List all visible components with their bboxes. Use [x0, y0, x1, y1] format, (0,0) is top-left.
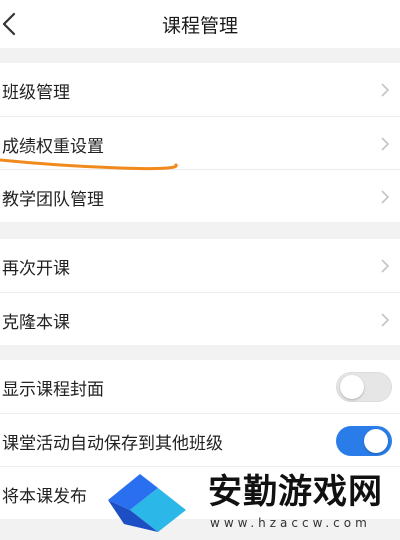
- autosave-toggle[interactable]: [336, 426, 392, 456]
- site-watermark: 安勤游戏网 www.hzaccw.com: [100, 460, 400, 540]
- menu-item-teaching-team-management[interactable]: 教学团队管理: [0, 169, 400, 222]
- menu-item-label: 将本课发布: [2, 487, 87, 507]
- chevron-right-icon: [381, 137, 390, 151]
- setting-autosave-activities: 课堂活动自动保存到其他班级: [0, 413, 400, 466]
- chevron-right-icon: [381, 259, 390, 273]
- setting-show-course-cover: 显示课程封面: [0, 360, 400, 413]
- watermark-text: 安勤游戏网: [208, 472, 383, 512]
- toggle-knob: [364, 429, 388, 453]
- course-settings-group: 班级管理 成绩权重设置 教学团队管理: [0, 63, 400, 222]
- menu-item-class-management[interactable]: 班级管理: [0, 63, 400, 116]
- chevron-right-icon: [381, 313, 390, 327]
- menu-item-label: 克隆本课: [2, 313, 70, 333]
- app-header: 课程管理: [0, 0, 400, 48]
- menu-item-label: 再次开课: [2, 259, 70, 279]
- setting-label: 课堂活动自动保存到其他班级: [2, 434, 223, 454]
- annotation-underline: [0, 158, 178, 171]
- setting-label: 显示课程封面: [2, 380, 104, 400]
- menu-item-label: 班级管理: [2, 83, 70, 103]
- toggle-knob: [340, 375, 364, 399]
- menu-item-clone-course[interactable]: 克隆本课: [0, 292, 400, 345]
- menu-item-label: 教学团队管理: [2, 190, 104, 210]
- menu-item-reopen-course[interactable]: 再次开课: [0, 239, 400, 292]
- watermark-logo-icon: [108, 474, 186, 532]
- chevron-right-icon: [381, 190, 390, 204]
- course-actions-group: 再次开课 克隆本课: [0, 239, 400, 345]
- chevron-right-icon: [381, 83, 390, 97]
- show-cover-toggle[interactable]: [336, 372, 392, 402]
- page-title: 课程管理: [161, 15, 238, 37]
- watermark-url: www.hzaccw.com: [210, 516, 371, 530]
